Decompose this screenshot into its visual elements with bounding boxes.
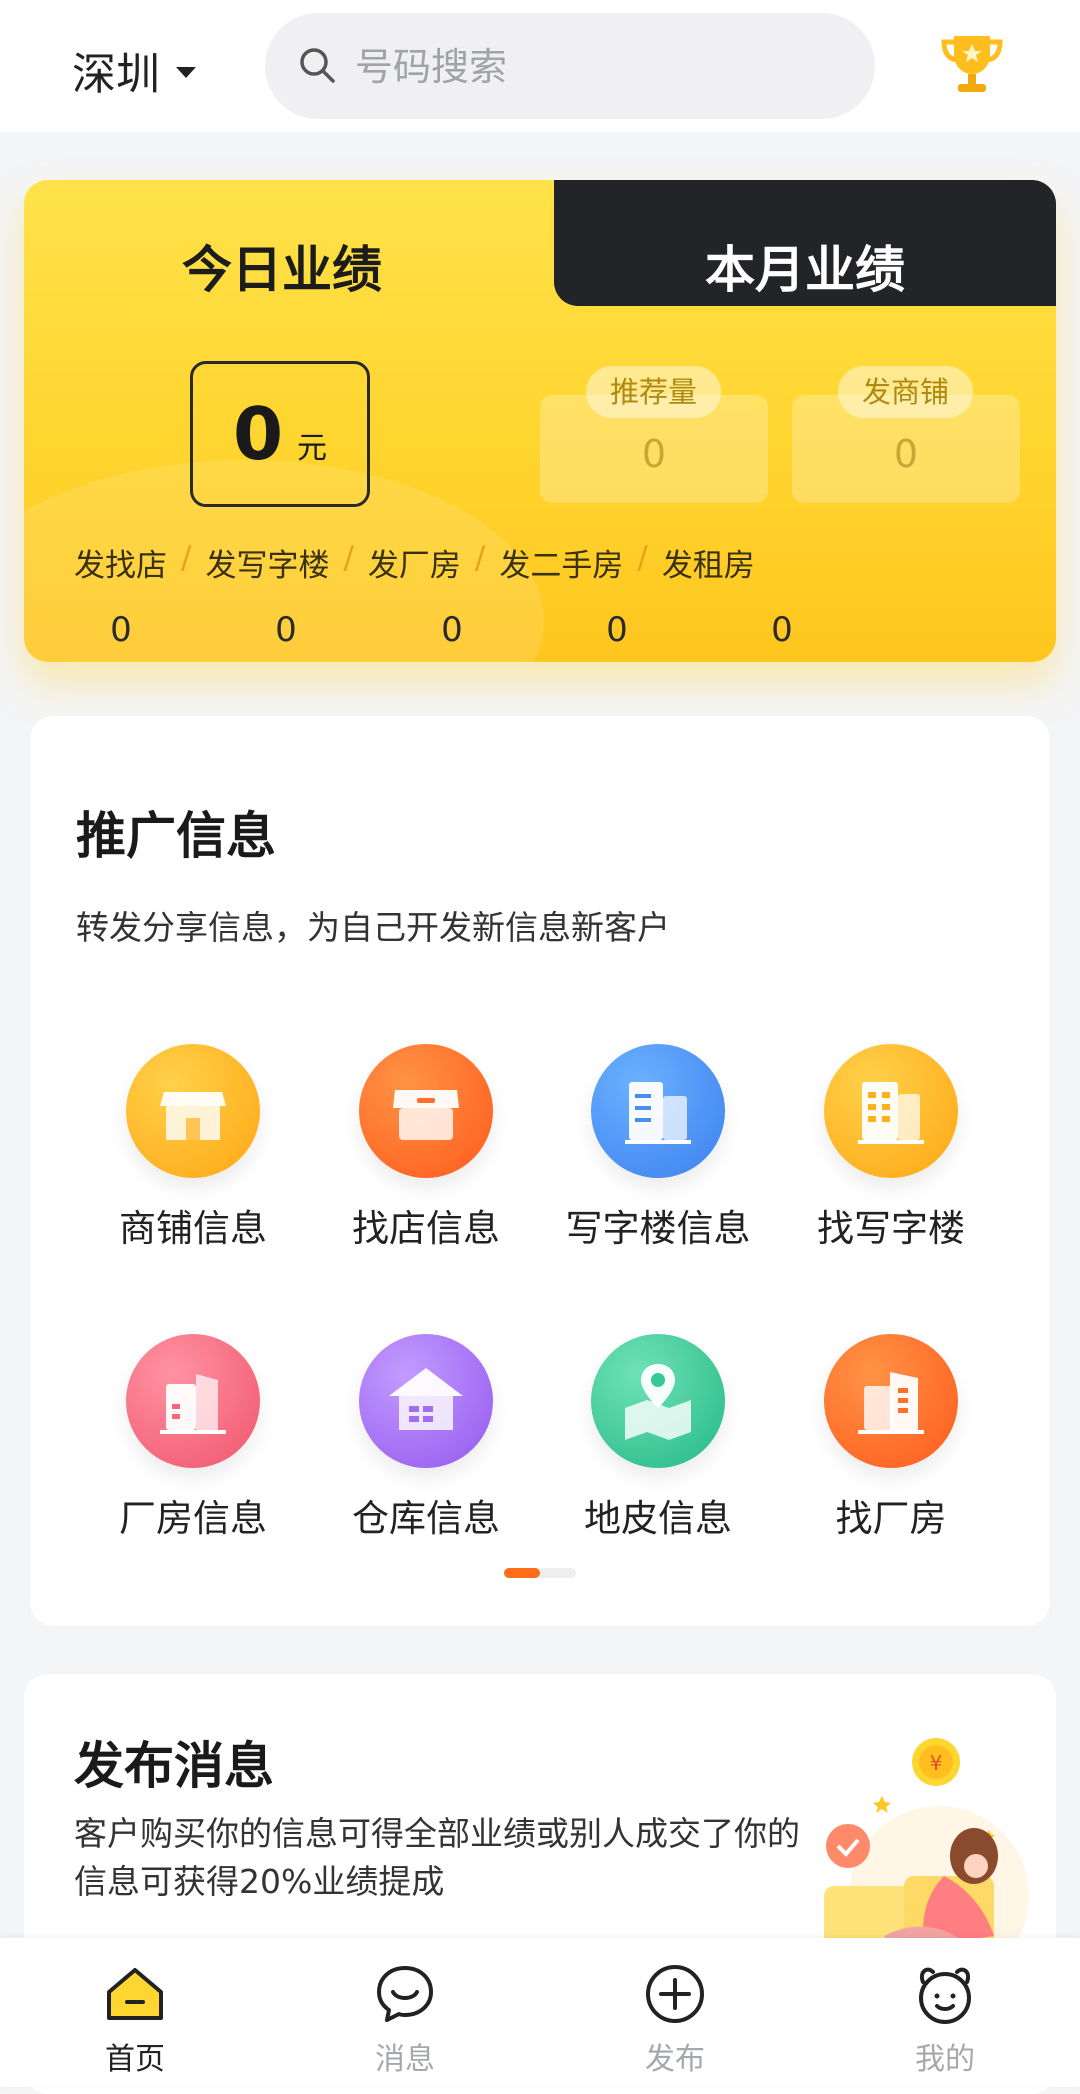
- caret-down-icon: [176, 66, 196, 78]
- stat-shop-label: 发商铺: [838, 366, 974, 418]
- category-value: 0: [275, 610, 297, 650]
- category-label: 发租房: [661, 548, 755, 584]
- promo-item-find-office[interactable]: 找写字楼: [775, 1044, 1007, 1252]
- nav-label: 我的: [915, 2042, 975, 2077]
- promo-subtitle: 转发分享信息，为自己开发新信息新客户: [76, 908, 670, 947]
- warehouse-icon: [359, 1334, 493, 1468]
- promo-item-label: 仓库信息: [352, 1497, 500, 1540]
- promo-item-label: 厂房信息: [119, 1497, 267, 1540]
- office-building-icon: [591, 1044, 725, 1178]
- stat-recommend-label: 推荐量: [586, 366, 722, 418]
- category-separator: /: [181, 540, 192, 576]
- home-icon: [107, 1968, 163, 2020]
- promo-item-warehouse[interactable]: 仓库信息: [310, 1334, 542, 1542]
- promo-item-find-shop[interactable]: 找店信息: [310, 1044, 542, 1252]
- factory-icon: [126, 1334, 260, 1468]
- tab-month[interactable]: 本月业绩: [554, 230, 1056, 302]
- stat-shop-value: 0: [893, 432, 919, 476]
- profile-icon: [919, 1967, 971, 2024]
- promo-title: 推广信息: [76, 807, 276, 865]
- category-separator: /: [637, 540, 648, 576]
- amount-unit: 元: [297, 431, 328, 466]
- promo-item-shop[interactable]: 商铺信息: [77, 1044, 309, 1252]
- category-label: 发厂房: [367, 548, 461, 584]
- nav-label: 消息: [375, 2042, 435, 2077]
- find-office-icon: [824, 1044, 958, 1178]
- promo-item-land[interactable]: 地皮信息: [542, 1334, 774, 1542]
- stat-recommend-value: 0: [641, 432, 667, 476]
- promo-item-label: 找厂房: [835, 1497, 947, 1540]
- category-label: 发写字楼: [205, 548, 330, 584]
- find-factory-icon: [824, 1334, 958, 1468]
- search-bar[interactable]: [265, 13, 875, 119]
- nav-home[interactable]: 首页: [0, 1938, 270, 2087]
- promo-item-label: 写字楼信息: [565, 1207, 751, 1250]
- reading-woman-illustration-icon: ¥: [824, 1738, 1029, 1956]
- search-icon: [300, 48, 335, 83]
- publish-icon: [646, 1965, 704, 2023]
- performance-card: 今日业绩 本月业绩 0 元 推荐量 0 发商铺 0 发找店 / 发写字楼 / 发…: [24, 180, 1056, 662]
- category-value: 0: [606, 610, 628, 650]
- amount-value: 0: [232, 392, 284, 476]
- promo-item-label: 找店信息: [352, 1207, 500, 1250]
- category-labels: 发找店 / 发写字楼 / 发厂房 / 发二手房 / 发租房: [74, 540, 755, 585]
- category-separator: /: [474, 540, 486, 576]
- publish-description: 客户购买你的信息可得全部业绩或别人成交了你的信息可获得20%业绩提成: [74, 1814, 800, 1901]
- category-label: 发二手房: [499, 548, 624, 584]
- promo-card: 推广信息 转发分享信息，为自己开发新信息新客户 商铺信息 找店信息 写字楼信息 …: [30, 716, 1050, 1626]
- shop-icon: [126, 1044, 260, 1178]
- page-indicator: [504, 1568, 576, 1578]
- nav-publish[interactable]: 发布: [540, 1938, 810, 2087]
- category-separator: /: [343, 540, 354, 576]
- city-selector[interactable]: 深圳: [72, 38, 196, 102]
- top-header: 深圳: [0, 0, 1080, 132]
- nav-label: 发布: [645, 2042, 705, 2077]
- promo-item-office[interactable]: 写字楼信息: [542, 1044, 774, 1252]
- svg-text:¥: ¥: [930, 1751, 943, 1775]
- category-value: 0: [771, 610, 793, 650]
- land-icon: [591, 1334, 725, 1468]
- page-indicator-active: [504, 1568, 540, 1578]
- promo-item-label: 商铺信息: [119, 1207, 267, 1250]
- find-shop-icon: [359, 1044, 493, 1178]
- promo-item-find-factory[interactable]: 找厂房: [775, 1334, 1007, 1542]
- promo-item-label: 地皮信息: [584, 1497, 732, 1540]
- nav-label: 首页: [105, 2042, 165, 2077]
- bottom-nav: 首页 消息 发布 我的: [0, 1938, 1080, 2087]
- promo-item-label: 找写字楼: [817, 1207, 965, 1250]
- search-input[interactable]: [353, 37, 837, 97]
- category-label: 发找店: [74, 548, 167, 584]
- nav-profile[interactable]: 我的: [810, 1938, 1080, 2087]
- trophy-icon[interactable]: [938, 30, 1006, 98]
- message-icon: [377, 1966, 433, 2022]
- city-label: 深圳: [72, 49, 160, 100]
- publish-title: 发布消息: [74, 1737, 274, 1795]
- promo-item-factory[interactable]: 厂房信息: [77, 1334, 309, 1542]
- tab-today[interactable]: 今日业绩: [24, 230, 540, 302]
- category-value: 0: [110, 610, 132, 650]
- nav-message[interactable]: 消息: [270, 1938, 540, 2087]
- category-value: 0: [441, 610, 463, 650]
- today-amount: 0 元: [190, 361, 370, 507]
